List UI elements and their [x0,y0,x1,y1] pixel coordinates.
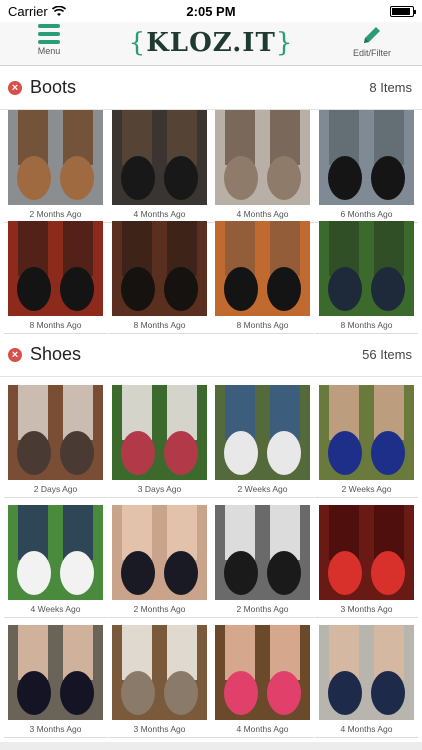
item-age-label: 3 Months Ago [4,720,107,738]
item-photo [8,625,103,720]
item-tile[interactable]: 2 Weeks Ago [211,385,314,498]
section-header-shoes: × Shoes 56 Items [0,333,422,377]
next-row-peek [0,742,422,750]
nav-bar: Menu {KLOZ.IT} Edit/Filter [0,22,422,66]
item-age-label: 3 Months Ago [108,720,211,738]
item-tile[interactable]: 8 Months Ago [108,221,211,334]
status-bar: Carrier 2:05 PM [0,0,422,22]
pencil-icon [364,27,380,43]
item-age-label: 2 Weeks Ago [211,480,314,498]
item-age-label: 2 Weeks Ago [315,480,418,498]
edit-filter-label: Edit/Filter [352,48,391,58]
item-photo [215,505,310,600]
item-tile[interactable]: 6 Months Ago [315,110,418,223]
item-photo [112,505,207,600]
item-tile[interactable]: 4 Weeks Ago [4,505,107,618]
item-age-label: 3 Months Ago [315,600,418,618]
item-photo [112,385,207,480]
item-age-label: 8 Months Ago [108,316,211,334]
item-tile[interactable]: 3 Days Ago [108,385,211,498]
item-age-label: 4 Months Ago [211,720,314,738]
item-tile[interactable]: 4 Months Ago [211,625,314,738]
item-photo [112,110,207,205]
remove-section-icon[interactable]: × [8,347,22,362]
item-photo [319,221,414,316]
carrier-label: Carrier [8,3,48,19]
item-age-label: 2 Months Ago [211,600,314,618]
item-tile[interactable]: 4 Months Ago [315,625,418,738]
section-header-boots: × Boots 8 Items [0,66,422,110]
item-tile[interactable]: 3 Months Ago [4,625,107,738]
item-photo [319,110,414,205]
item-tile[interactable]: 2 Months Ago [4,110,107,223]
item-tile[interactable]: 3 Months Ago [108,625,211,738]
item-tile[interactable]: 8 Months Ago [211,221,314,334]
item-photo [8,505,103,600]
item-age-label: 4 Weeks Ago [4,600,107,618]
item-tile[interactable]: 8 Months Ago [315,221,418,334]
item-photo [215,221,310,316]
item-tile[interactable]: 4 Months Ago [108,110,211,223]
item-photo [8,221,103,316]
item-photo [8,110,103,205]
item-photo [8,385,103,480]
item-age-label: 2 Days Ago [4,480,107,498]
section-title: Boots [30,77,77,97]
item-photo [215,385,310,480]
section-title: Shoes [30,344,82,364]
item-age-label: 8 Months Ago [4,316,107,334]
item-age-label: 4 Months Ago [315,720,418,738]
item-age-label: 8 Months Ago [211,316,314,334]
item-tile[interactable]: 2 Weeks Ago [315,385,418,498]
item-photo [319,625,414,720]
item-age-label: 8 Months Ago [315,316,418,334]
item-photo [215,625,310,720]
item-tile[interactable]: 2 Days Ago [4,385,107,498]
battery-icon [390,5,416,17]
item-tile[interactable]: 3 Months Ago [315,505,418,618]
section-count: 56 Items [362,347,412,362]
item-age-label: 3 Days Ago [108,480,211,498]
item-tile[interactable]: 8 Months Ago [4,221,107,334]
section-count: 8 Items [369,80,412,95]
item-photo [319,385,414,480]
remove-section-icon[interactable]: × [8,80,22,95]
item-tile[interactable]: 4 Months Ago [211,110,314,223]
item-photo [112,221,207,316]
item-photo [215,110,310,205]
item-photo [112,625,207,720]
item-tile[interactable]: 2 Months Ago [211,505,314,618]
wifi-icon [51,5,66,16]
edit-filter-button[interactable]: Edit/Filter [332,24,412,58]
item-tile[interactable]: 2 Months Ago [108,505,211,618]
item-age-label: 2 Months Ago [108,600,211,618]
item-photo [319,505,414,600]
